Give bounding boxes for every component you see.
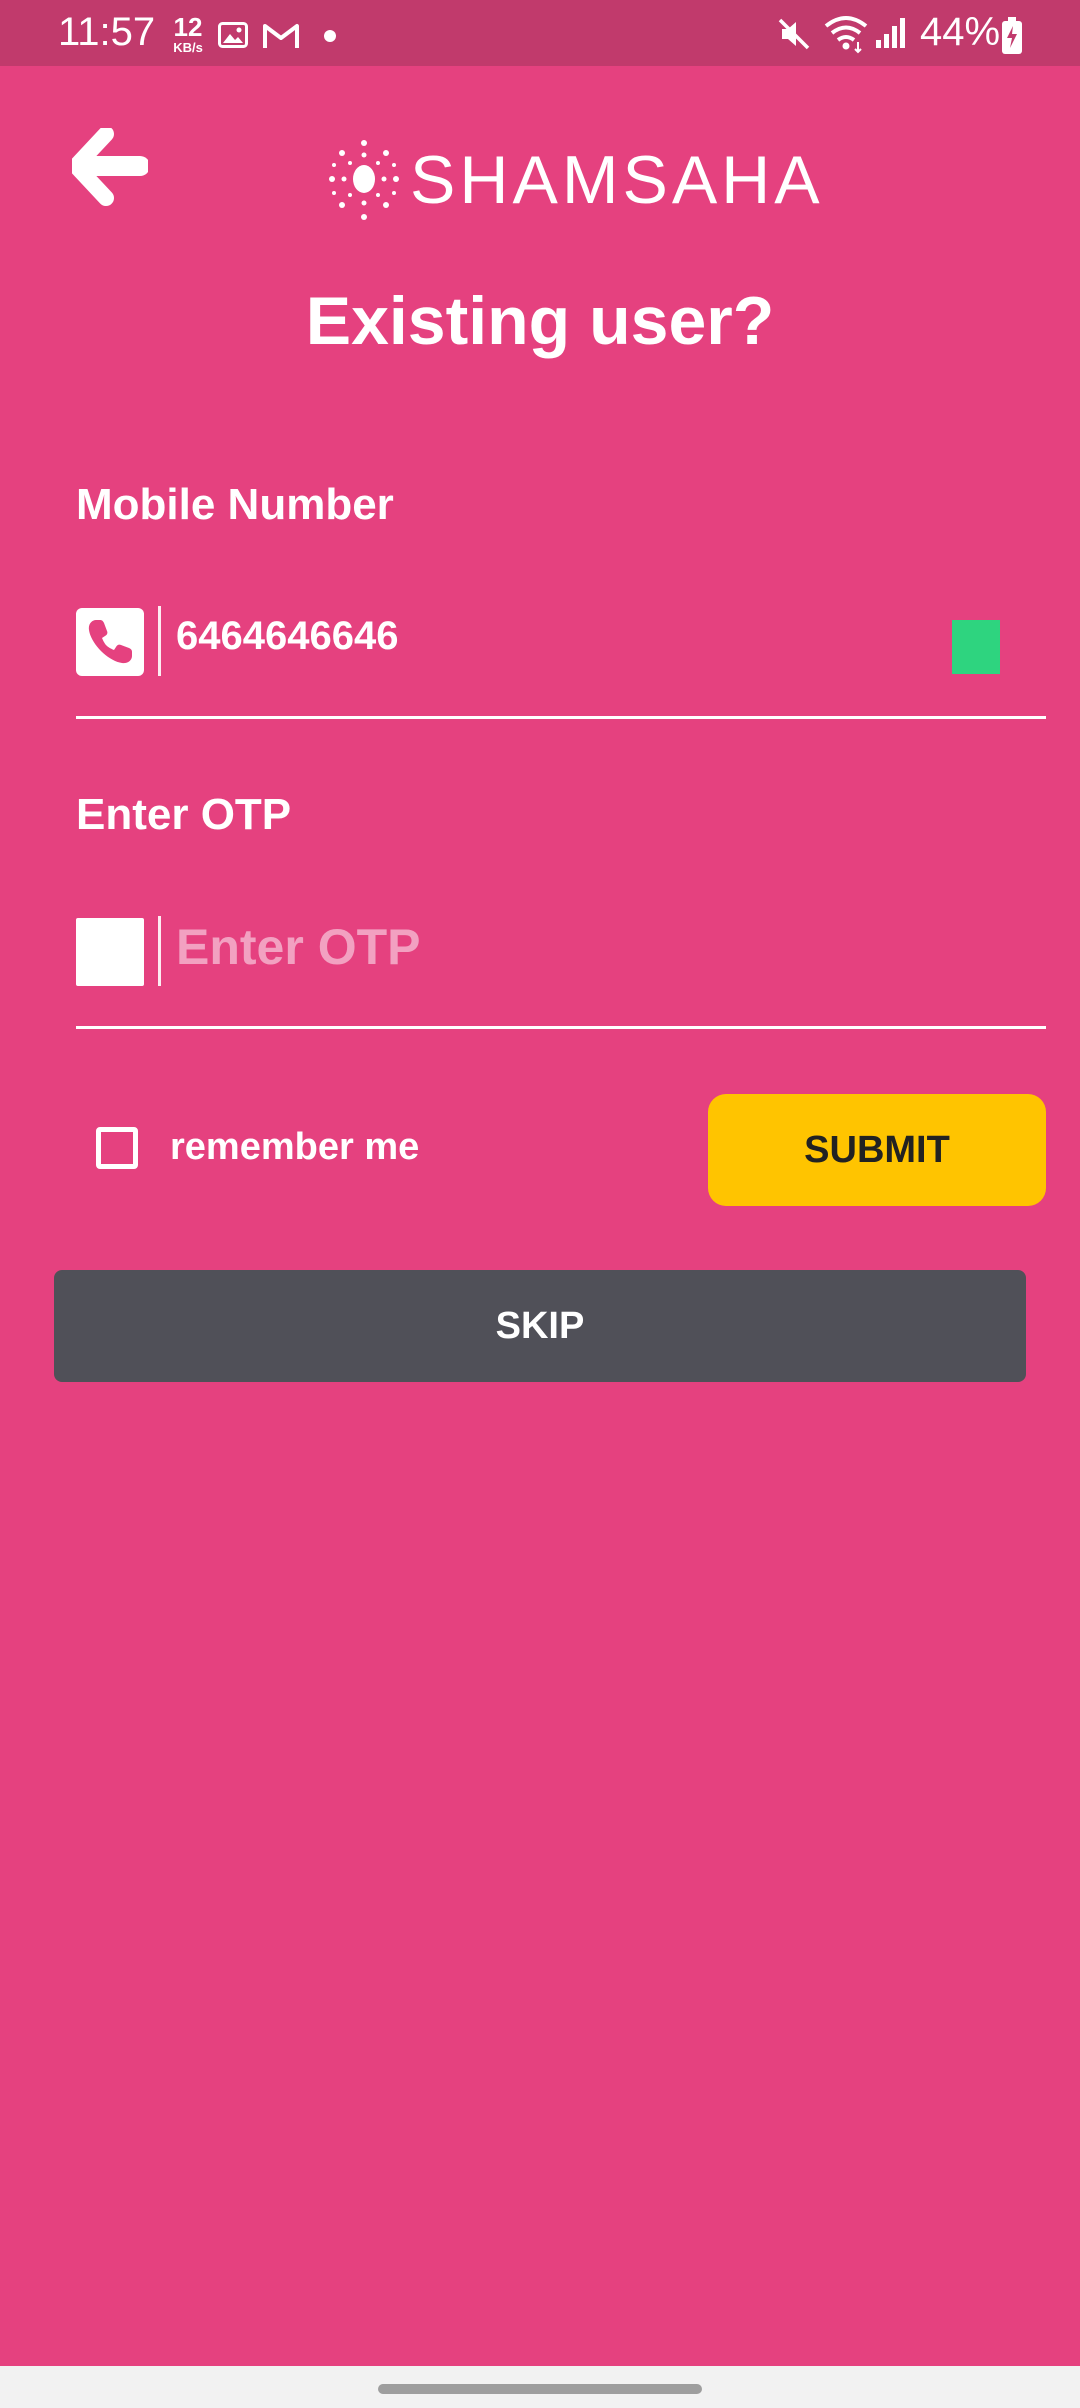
field-separator: [158, 606, 161, 676]
arrow-left-icon: [68, 126, 150, 206]
logo-text: SHAMSAHA: [410, 142, 824, 218]
mobile-number-label: Mobile Number: [76, 480, 394, 529]
otp-input[interactable]: [176, 914, 916, 980]
sun-logo-icon: [329, 140, 399, 220]
otp-underline: [76, 1026, 1046, 1029]
status-bar: 11:57 12 KB/s 44%: [0, 0, 1080, 66]
remember-me-toggle[interactable]: remember me: [96, 1126, 419, 1169]
remember-me-label: remember me: [170, 1126, 420, 1168]
status-indicator: [952, 620, 1000, 674]
image-icon: [218, 22, 248, 48]
app-logo: SHAMSAHA: [326, 134, 824, 226]
mute-icon: [778, 18, 810, 50]
wifi-icon: [824, 16, 868, 54]
submit-button[interactable]: SUBMIT: [708, 1094, 1046, 1206]
page-title: Existing user?: [305, 283, 775, 359]
phone-icon-box: [76, 608, 144, 676]
network-speed-value: 12: [173, 12, 203, 42]
gmail-icon: [263, 24, 299, 48]
navigation-bar: [0, 2366, 1080, 2408]
signal-icon: [876, 18, 905, 48]
mobile-number-underline: [76, 716, 1046, 719]
notification-dot: [324, 30, 336, 42]
battery-charging-icon: [1002, 17, 1022, 54]
back-button[interactable]: [68, 126, 150, 208]
phone-icon: [88, 620, 132, 664]
network-speed-unit: KB/s: [173, 40, 203, 55]
remember-me-checkbox[interactable]: [96, 1126, 138, 1169]
status-time: 11:57: [58, 10, 156, 54]
otp-label: Enter OTP: [76, 790, 292, 839]
otp-icon: [76, 918, 144, 986]
skip-button[interactable]: SKIP: [54, 1270, 1026, 1382]
field-separator: [158, 916, 161, 986]
battery-percent: 44%: [920, 10, 1001, 54]
network-speed: 12 KB/s: [168, 14, 208, 54]
home-gesture-handle[interactable]: [378, 2384, 702, 2394]
mobile-number-value[interactable]: 6464646646: [176, 614, 398, 659]
